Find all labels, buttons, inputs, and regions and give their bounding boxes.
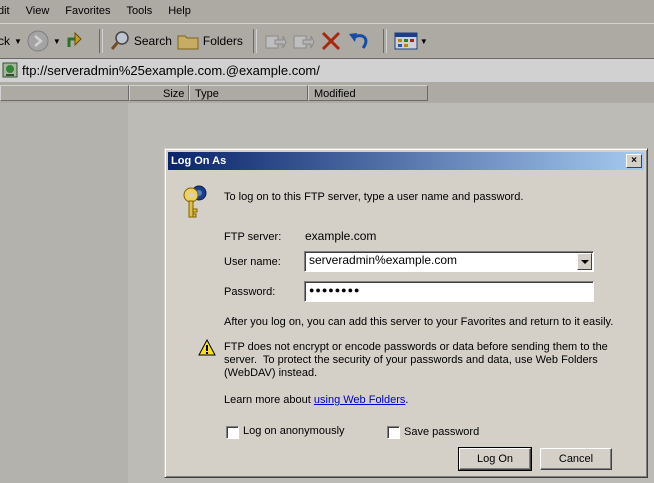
anonymous-checkbox[interactable]	[226, 426, 239, 439]
username-combobox[interactable]: serveradmin%example.com	[304, 251, 594, 272]
back-button[interactable]: ck ▼	[0, 27, 22, 55]
intro-text: To log on to this FTP server, type a use…	[224, 191, 524, 203]
up-folder-button[interactable]	[65, 27, 89, 55]
dialog-titlebar[interactable]: Log On As ×	[168, 152, 644, 170]
views-button[interactable]: ▼	[393, 27, 428, 55]
warning-line: server. To protect the security of your …	[224, 354, 598, 366]
column-type[interactable]: Type	[189, 85, 308, 101]
username-value: serveradmin%example.com	[309, 253, 458, 267]
column-blank	[0, 85, 129, 101]
toolbar-separator	[382, 29, 387, 53]
log-on-button[interactable]: Log On	[458, 447, 532, 471]
search-label: Search	[133, 34, 172, 48]
warning-line: (WebDAV) instead.	[224, 367, 318, 379]
toolbar-separator	[98, 29, 103, 53]
close-button[interactable]: ×	[626, 154, 642, 168]
column-modified[interactable]: Modified	[308, 85, 428, 101]
search-button[interactable]: Search	[109, 27, 172, 55]
password-mask: ●●●●●●●●	[309, 285, 361, 295]
keys-icon	[183, 185, 207, 218]
left-pane	[0, 103, 128, 483]
undo-icon	[348, 33, 368, 49]
column-size[interactable]: Size	[129, 85, 189, 101]
menu-view[interactable]: View	[26, 5, 50, 17]
username-label: User name:	[224, 256, 281, 268]
learn-more-line: Learn more about using Web Folders.	[224, 394, 408, 406]
chevron-down-icon: ▼	[52, 36, 61, 46]
folders-label: Folders	[202, 34, 243, 48]
chevron-down-icon: ▼	[419, 36, 428, 46]
folder-icon	[177, 35, 199, 50]
ftp-server-value: example.com	[305, 229, 377, 243]
warning-icon	[198, 339, 216, 356]
learn-more-prefix: Learn more about	[224, 394, 314, 406]
chevron-down-icon: ▼	[14, 36, 22, 46]
copy-to-button[interactable]	[291, 27, 315, 55]
warning-text: FTP does not encrypt or encode passwords…	[224, 341, 608, 380]
favorites-note: After you log on, you can add this serve…	[224, 316, 614, 328]
menu-tools[interactable]: Tools	[127, 5, 153, 17]
forward-button[interactable]: ▼	[26, 27, 61, 55]
password-label: Password:	[224, 286, 276, 298]
dialog-title: Log On As	[171, 155, 227, 167]
address-bar[interactable]: ftp://serveradmin%25example.com.@example…	[0, 58, 654, 82]
menu-favorites[interactable]: Favorites	[65, 5, 110, 17]
learn-more-suffix: .	[405, 394, 409, 406]
address-url: ftp://serveradmin%25example.com.@example…	[22, 62, 320, 78]
back-label: ck	[0, 34, 10, 48]
undo-button[interactable]	[347, 27, 373, 55]
move-to-icon	[265, 35, 287, 49]
menu-edit[interactable]: dit	[0, 5, 10, 17]
toolbar: ck ▼ ▼ Search Folders ▼	[0, 23, 654, 59]
list-header: Size Type Modified	[0, 85, 654, 103]
save-password-checkbox[interactable]	[387, 426, 400, 439]
cancel-button[interactable]: Cancel	[540, 448, 612, 470]
folders-button[interactable]: Folders	[176, 27, 243, 55]
anonymous-label[interactable]: Log on anonymously	[243, 425, 345, 437]
web-folders-link[interactable]: using Web Folders	[314, 394, 406, 406]
warning-line: FTP does not encrypt or encode passwords…	[224, 341, 608, 353]
copy-to-icon	[293, 35, 315, 49]
menu-help[interactable]: Help	[168, 5, 191, 17]
password-field[interactable]: ●●●●●●●●	[304, 281, 594, 302]
up-arrow-icon	[67, 31, 82, 47]
search-icon	[110, 31, 129, 50]
views-icon	[394, 32, 418, 50]
delete-x-icon	[321, 31, 340, 51]
close-icon: ×	[631, 155, 637, 166]
forward-arrow-icon	[27, 30, 49, 52]
username-dropdown-button[interactable]	[577, 253, 592, 270]
ftp-server-label: FTP server:	[224, 231, 282, 243]
delete-button[interactable]	[319, 27, 343, 55]
move-to-button[interactable]	[263, 27, 287, 55]
log-on-as-dialog: Log On As × To log on to this FTP server…	[164, 148, 648, 478]
toolbar-separator	[252, 29, 257, 53]
save-password-label[interactable]: Save password	[404, 426, 479, 438]
ftp-globe-icon	[2, 62, 18, 78]
menu-bar: dit View Favorites Tools Help	[0, 0, 654, 22]
